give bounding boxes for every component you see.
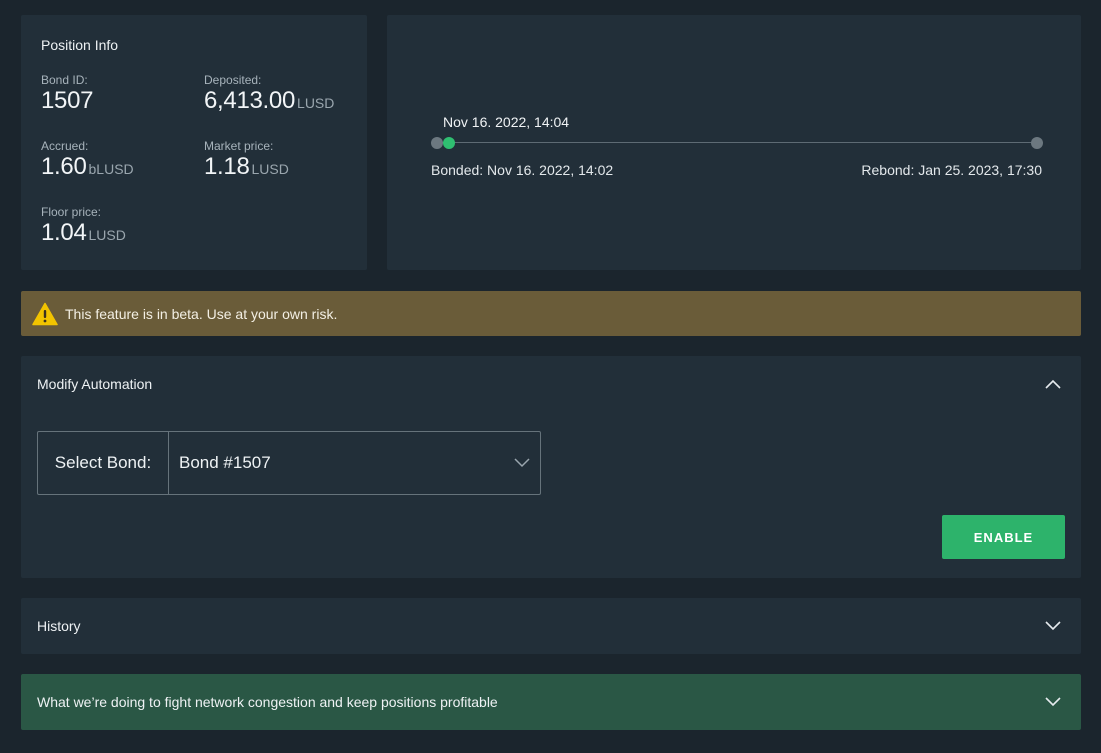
accrued-value: 1.60	[41, 153, 87, 180]
deposited-label: Deposited:	[204, 73, 262, 87]
enable-button[interactable]: ENABLE	[942, 515, 1065, 559]
market-price-value: 1.18	[204, 153, 250, 180]
beta-warning-text: This feature is in beta. Use at your own…	[65, 305, 338, 322]
select-bond-label: Select Bond:	[38, 432, 169, 494]
bond-timeline-card: Nov 16. 2022, 14:04 Bonded: Nov 16. 2022…	[387, 15, 1081, 270]
accrued-unit: bLUSD	[88, 161, 134, 177]
deposited-unit: LUSD	[297, 95, 335, 111]
timeline-rebond-date: Rebond: Jan 25. 2023, 17:30	[861, 162, 1042, 178]
market-price-unit: LUSD	[251, 161, 289, 177]
modify-automation-panel: Modify Automation Select Bond: Bond #150…	[21, 356, 1081, 578]
floor-price-metric: Floor price: 1.04 LUSD	[41, 205, 126, 247]
timeline-current-marker	[443, 137, 455, 149]
accrued-metric: Accrued: 1.60 bLUSD	[41, 139, 134, 181]
deposited-value: 6,413.00	[204, 87, 296, 114]
market-price-metric: Market price: 1.18 LUSD	[204, 139, 289, 181]
chevron-down-icon[interactable]	[1045, 697, 1061, 707]
timeline-current-time: Nov 16. 2022, 14:04	[443, 114, 570, 130]
modify-automation-title[interactable]: Modify Automation	[37, 376, 152, 392]
beta-warning-banner: This feature is in beta. Use at your own…	[21, 291, 1081, 336]
timeline-bonded-date: Bonded: Nov 16. 2022, 14:02	[431, 162, 614, 178]
history-title[interactable]: History	[37, 618, 81, 634]
history-panel[interactable]: History	[21, 598, 1081, 654]
floor-price-value: 1.04	[41, 219, 87, 246]
timeline-start-marker	[431, 137, 443, 149]
warning-icon	[32, 302, 58, 325]
chevron-down-icon[interactable]	[514, 458, 530, 468]
bond-id-label: Bond ID:	[41, 73, 88, 87]
timeline-track	[437, 142, 1037, 143]
floor-price-label: Floor price:	[41, 205, 102, 219]
network-congestion-title[interactable]: What we’re doing to fight network conges…	[37, 694, 498, 710]
timeline-end-marker	[1031, 137, 1043, 149]
bond-select-dropdown[interactable]: Bond #1507	[169, 432, 540, 494]
position-info-title: Position Info	[41, 37, 119, 53]
deposited-metric: Deposited: 6,413.00 LUSD	[204, 73, 334, 115]
selected-bond-value: Bond #1507	[179, 453, 271, 472]
bond-id-metric: Bond ID: 1507	[41, 73, 94, 115]
bond-select[interactable]: Select Bond: Bond #1507	[37, 431, 541, 495]
chevron-up-icon[interactable]	[1045, 379, 1061, 389]
bond-id-value: 1507	[41, 87, 94, 114]
position-info-card: Position Info Bond ID: 1507 Deposited: 6…	[21, 15, 367, 270]
chevron-down-icon[interactable]	[1045, 621, 1061, 631]
market-price-label: Market price:	[204, 139, 274, 153]
floor-price-unit: LUSD	[88, 227, 126, 243]
network-congestion-panel[interactable]: What we’re doing to fight network conges…	[21, 674, 1081, 730]
accrued-label: Accrued:	[41, 139, 89, 153]
